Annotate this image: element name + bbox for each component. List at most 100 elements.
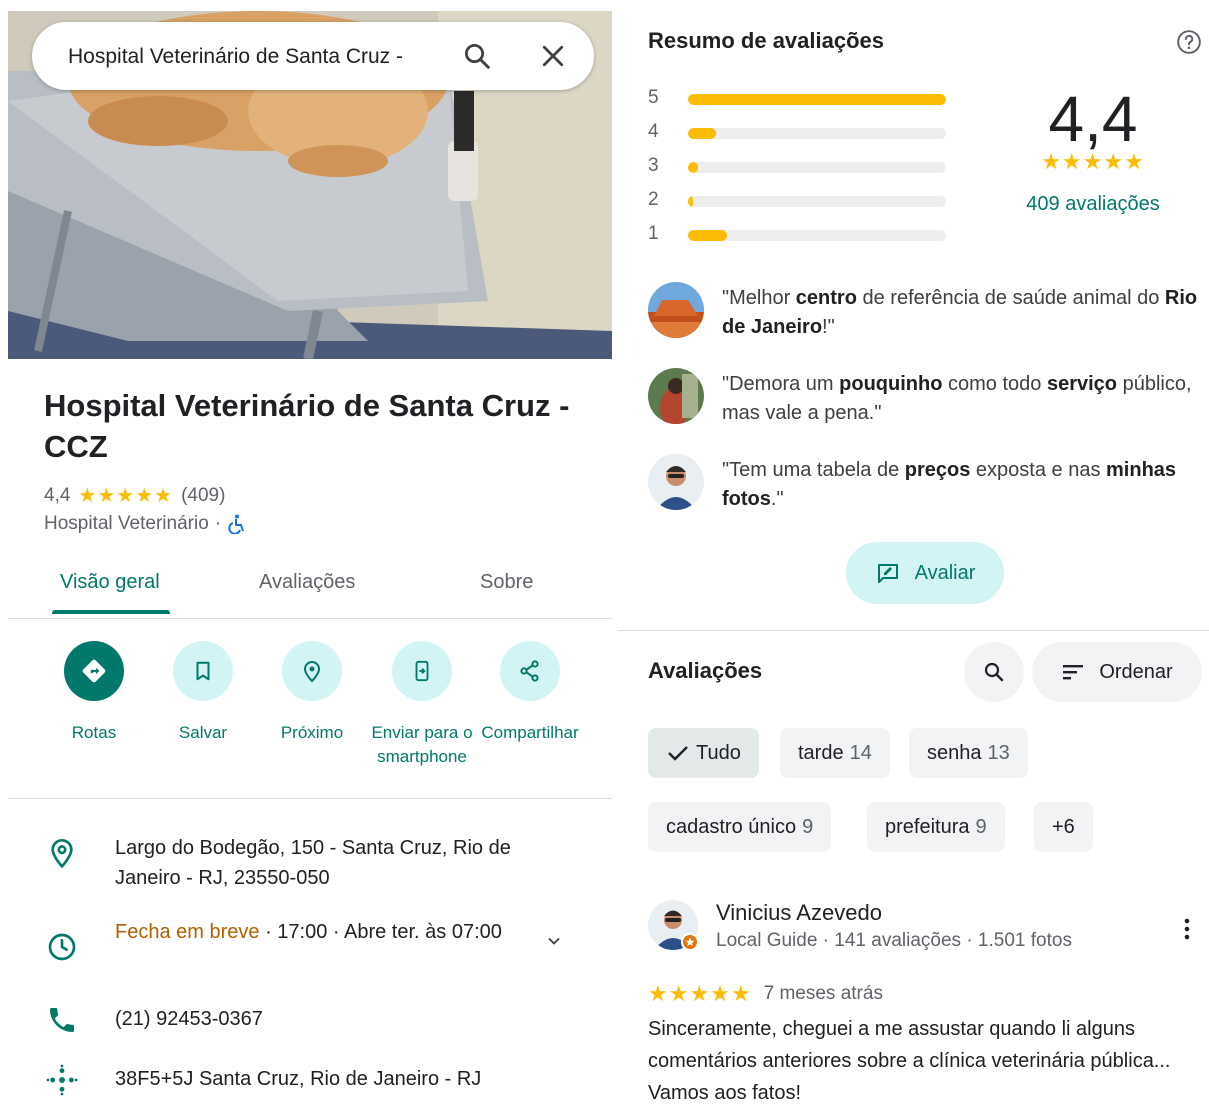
chip-count: 14 <box>849 741 872 764</box>
send-to-phone-button[interactable]: Enviar para o smartphone <box>366 641 478 769</box>
distribution-row-5[interactable]: 5 <box>648 87 948 109</box>
location-pin-icon <box>51 839 73 869</box>
search-input[interactable]: Hospital Veterinário de Santa Cruz - <box>68 45 438 69</box>
filter-chip-tarde[interactable]: tarde 14 <box>780 728 890 778</box>
highlight-text: "Demora um pouquinho como todo serviço p… <box>722 370 1198 428</box>
reviewer-meta: Local Guide · 141 avaliações · 1.501 fot… <box>716 930 1072 951</box>
desert-landscape-avatar <box>648 282 704 338</box>
distribution-track <box>688 196 946 207</box>
review-rating-line: ★★★★★ 7 meses atrás <box>648 981 883 1007</box>
distribution-label: 5 <box>648 87 659 108</box>
quote-keyword: pouquinho <box>839 373 943 395</box>
close-icon[interactable] <box>538 41 568 71</box>
chip-count: 9 <box>975 815 987 838</box>
review-stars: ★★★★★ <box>648 981 752 1006</box>
directions-circle <box>64 641 124 701</box>
distribution-bar <box>688 230 727 241</box>
share-button[interactable]: Compartilhar <box>474 641 586 745</box>
nearby-icon <box>303 661 321 683</box>
distribution-row-4[interactable]: 4 <box>648 121 948 143</box>
quote-text: como todo <box>942 373 1047 395</box>
distribution-track <box>688 94 946 105</box>
help-icon[interactable] <box>1176 29 1202 55</box>
chevron-down-icon[interactable] <box>544 931 564 951</box>
share-label: Compartilhar <box>481 723 579 742</box>
search-bar[interactable]: Hospital Veterinário de Santa Cruz - <box>32 22 594 90</box>
reviews-count-link[interactable]: 409 avaliações <box>998 193 1188 216</box>
distribution-row-2[interactable]: 2 <box>648 189 948 211</box>
phone-icon <box>50 1008 74 1032</box>
share-icon <box>520 660 539 682</box>
tab-overview[interactable]: Visão geral <box>60 571 160 594</box>
reviews-section-title: Avaliações <box>648 658 763 683</box>
quote-text: exposta e nas <box>970 459 1107 481</box>
tab-about[interactable]: Sobre <box>480 571 533 594</box>
place-tabs: Visão geral Avaliações Sobre <box>8 557 612 619</box>
phone-text: (21) 92453-0367 <box>115 1008 263 1030</box>
save-label: Salvar <box>178 723 228 742</box>
sort-label: Ordenar <box>1099 660 1173 683</box>
filter-chip-all[interactable]: Tudo <box>648 728 759 778</box>
category-button[interactable]: Hospital Veterinário <box>44 513 209 535</box>
more-vert-icon[interactable] <box>1182 917 1192 941</box>
review-text: Sinceramente, cheguei a me assustar quan… <box>648 1018 1171 1104</box>
directions-label: Rotas <box>71 723 117 742</box>
person-avatar <box>648 454 704 510</box>
reviewer-avatar[interactable] <box>648 900 699 951</box>
place-panel: Hospital Veterinário de Santa Cruz - Hos… <box>8 11 612 1109</box>
write-review-button[interactable]: Avaliar <box>846 542 1004 604</box>
filter-chip-more[interactable]: +6 <box>1034 802 1093 852</box>
highlight-text: "Tem uma tabela de preços exposta e nas … <box>722 456 1198 514</box>
separator-dot: · <box>214 513 222 534</box>
quote-text: ." <box>770 488 784 510</box>
chip-count: 13 <box>987 741 1010 764</box>
nearby-circle <box>282 641 342 701</box>
clock-icon <box>48 933 76 961</box>
place-photo[interactable]: Hospital Veterinário de Santa Cruz - <box>8 11 612 359</box>
chip-label: tarde <box>798 741 844 764</box>
nearby-button[interactable]: Próximo <box>256 641 368 745</box>
divider <box>618 630 1209 631</box>
chip-label: senha <box>927 741 982 764</box>
plus-code-text: 38F5+5J Santa Cruz, Rio de Janeiro - RJ <box>115 1068 482 1090</box>
hours-status: Fecha em breve <box>115 921 260 943</box>
filter-chip-senha[interactable]: senha 13 <box>909 728 1028 778</box>
search-icon <box>984 662 1004 682</box>
distribution-label: 3 <box>648 155 659 176</box>
tab-reviews[interactable]: Avaliações <box>259 571 355 594</box>
share-circle <box>500 641 560 701</box>
wheelchair-accessible-icon <box>228 514 245 534</box>
quote-text: "Melhor <box>722 287 796 309</box>
search-reviews-button[interactable] <box>964 642 1024 702</box>
person-avatar <box>648 900 699 951</box>
rating-stars: ★★★★★ <box>78 485 174 507</box>
distribution-label: 2 <box>648 189 659 210</box>
distribution-bar <box>688 196 694 207</box>
distribution-track <box>688 162 946 173</box>
directions-button[interactable]: Rotas <box>38 641 150 745</box>
directions-icon <box>82 659 106 683</box>
person-avatar <box>648 368 704 424</box>
avatar <box>648 282 704 338</box>
chip-label: +6 <box>1052 815 1075 838</box>
sort-button[interactable]: Ordenar <box>1032 642 1202 702</box>
review-count-link[interactable]: (409) <box>181 485 225 507</box>
reviews-panel: Resumo de avaliações 5 4 3 2 1 4,4 ★★★★★… <box>618 11 1209 1109</box>
distribution-label: 4 <box>648 121 659 142</box>
write-review-label: Avaliar <box>914 561 976 584</box>
active-tab-indicator <box>52 610 170 614</box>
review-time: 7 meses atrás <box>763 983 883 1004</box>
nearby-label: Próximo <box>280 723 344 742</box>
chip-label: prefeitura <box>885 815 970 838</box>
distribution-row-1[interactable]: 1 <box>648 223 948 245</box>
save-button[interactable]: Salvar <box>147 641 259 745</box>
distribution-row-3[interactable]: 3 <box>648 155 948 177</box>
distribution-label: 1 <box>648 223 659 244</box>
highlight-text: "Melhor centro de referência de saúde an… <box>722 284 1198 342</box>
chip-label: cadastro único <box>666 815 797 838</box>
filter-chip-cadastro-unico[interactable]: cadastro único 9 <box>648 802 832 852</box>
filter-chip-prefeitura[interactable]: prefeitura 9 <box>867 802 1005 852</box>
hours-detail: · 17:00 · Abre ter. às 07:00 <box>259 921 502 943</box>
search-icon[interactable] <box>462 41 492 71</box>
reviewer-name[interactable]: Vinicius Azevedo <box>716 900 882 926</box>
